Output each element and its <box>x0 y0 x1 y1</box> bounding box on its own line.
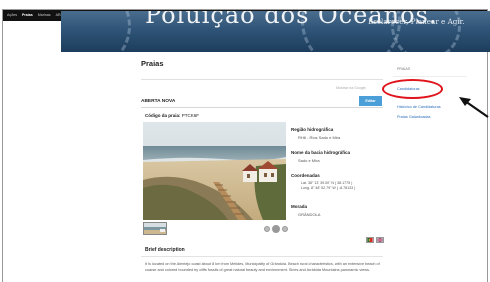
uk-flag-icon[interactable] <box>376 237 384 243</box>
beach-code-value: PTCK6F <box>181 113 200 118</box>
region-label: Região hidrográfica <box>291 127 334 132</box>
description-title: Brief description <box>145 247 185 253</box>
region-block: Região hidrográfica RH6 - Rios Sado e Mi… <box>291 127 340 140</box>
gallery-dot[interactable] <box>282 226 288 232</box>
map-link[interactable]: Mostrar na Google <box>336 86 366 90</box>
photo-thumbnail[interactable] <box>143 222 167 235</box>
basin-value: Sado e Mira <box>298 158 320 163</box>
beach-code-row: Código da praia: PTCK6F <box>145 113 199 118</box>
sidebar-link-praias-galardoadas[interactable]: Praias Galardoadas <box>397 115 431 119</box>
beach-photo-image <box>143 122 286 220</box>
header-banner: Poluição dos Oceanos. Esclarecer, Planea… <box>61 11 490 52</box>
sidebar-link-historico[interactable]: Histórico de Candidaturas <box>397 105 441 109</box>
nav-item-praias[interactable]: Praias <box>22 10 33 21</box>
gallery-dot[interactable] <box>264 226 270 232</box>
nav-item-acoes[interactable]: Ações <box>7 10 17 21</box>
banner-subtitle: Esclarecer, Planear e Agir. <box>368 17 465 26</box>
edit-button[interactable]: Editar <box>359 96 382 106</box>
address-block: Morada GRÂNDOLA <box>291 204 320 217</box>
address-value: GRÂNDOLA <box>298 212 321 217</box>
beach-code-label: Código da praia: <box>145 113 181 118</box>
region-value: RH6 - Rios Sado e Mira <box>298 135 341 140</box>
divider <box>141 79 383 80</box>
gallery-dot-active[interactable] <box>272 225 280 233</box>
language-flags <box>366 237 384 243</box>
description-text: It is located on the Alentejo coast abou… <box>145 262 380 272</box>
nav-item-marinas[interactable]: Marinas <box>38 10 51 21</box>
page-title: Praias <box>141 59 164 68</box>
highlight-ellipse <box>382 79 443 99</box>
longitude-value: Long. 8° 48' 52.79" W ( -8.78133 ) <box>301 186 356 190</box>
address-label: Morada <box>291 204 308 209</box>
coordinates-label: Coordenadas <box>291 173 320 178</box>
divider <box>393 76 467 77</box>
divider <box>141 107 383 108</box>
beach-photo[interactable] <box>143 122 286 220</box>
beach-name: ABERTA NOVA <box>141 99 176 104</box>
gallery-pager <box>264 225 288 233</box>
basin-label: Nome da bacia hidrográfica <box>291 150 351 155</box>
divider <box>141 256 383 257</box>
portugal-flag-icon[interactable] <box>366 237 374 243</box>
thumbnail-image <box>144 223 166 234</box>
basin-block: Nome da bacia hidrográfica Sado e Mira <box>291 150 350 163</box>
coordinates-block: Coordenadas Lat. 38° 13' 39.00" N ( 38.1… <box>291 173 355 191</box>
sidebar-heading: PRAIAS <box>397 67 411 71</box>
gear-decoration-icon <box>61 11 131 52</box>
